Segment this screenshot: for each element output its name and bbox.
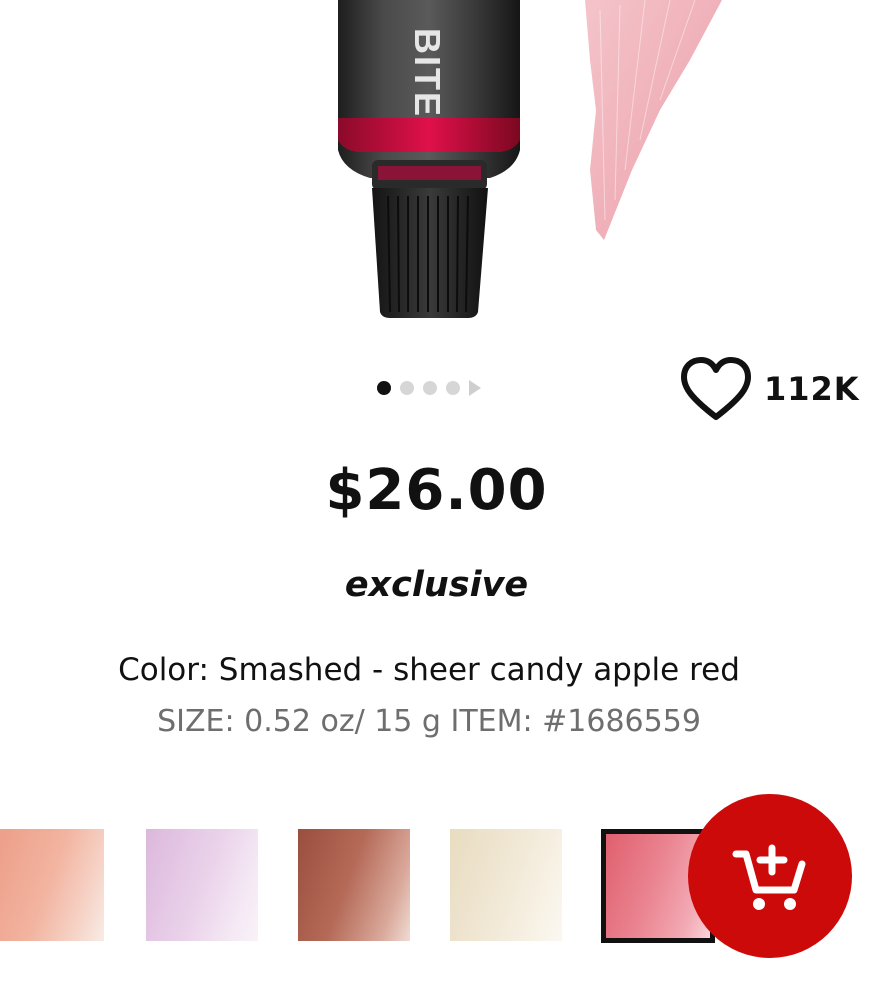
gallery-dot[interactable]	[400, 381, 414, 395]
color-description: Color: Smashed - sheer candy apple red	[118, 652, 740, 688]
gallery-next-arrow-icon[interactable]	[469, 380, 481, 396]
favorite-count: 112K	[764, 370, 860, 408]
swatch-bronze[interactable]	[298, 829, 410, 941]
exclusive-tag: exclusive	[344, 565, 529, 605]
gallery-dot[interactable]	[377, 381, 391, 395]
add-to-cart-button[interactable]	[688, 794, 852, 958]
product-price: $26.00	[325, 458, 548, 523]
favorite-button[interactable]: 112K	[680, 355, 870, 427]
heart-outline-icon	[681, 357, 751, 420]
swatch-champagne[interactable]	[450, 829, 562, 941]
product-image[interactable]: BITE	[0, 0, 873, 340]
size-item-info: SIZE: 0.52 oz/ 15 g ITEM: #1686559	[157, 704, 701, 739]
swatch-peach[interactable]	[0, 829, 104, 941]
swatch-lilac[interactable]	[146, 829, 258, 941]
gallery-dot[interactable]	[446, 381, 460, 395]
gallery-pagination[interactable]	[377, 378, 487, 398]
gallery-dot[interactable]	[423, 381, 437, 395]
tube-brand-label: BITE	[407, 28, 448, 119]
add-to-cart-icon	[732, 844, 806, 910]
